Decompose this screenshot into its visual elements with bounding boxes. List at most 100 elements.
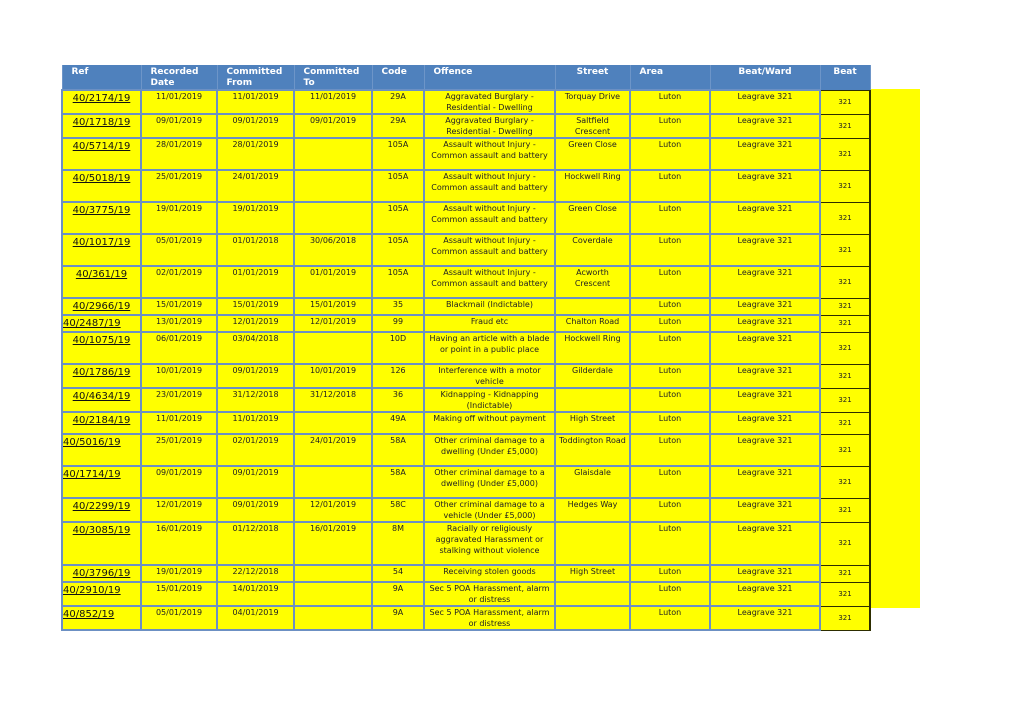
offence-cell: Interference with a motor vehicle xyxy=(423,363,556,389)
street-cell xyxy=(554,387,631,413)
ref-link[interactable]: 40/1714/19 xyxy=(63,469,121,480)
committed-from-cell: 09/01/2019 xyxy=(216,497,295,523)
street-cell: High Street xyxy=(554,564,631,583)
beat-ward-cell: Leagrave 321 xyxy=(709,113,821,139)
committed-from-cell: 02/01/2019 xyxy=(216,433,295,467)
ref-link[interactable]: 40/2174/19 xyxy=(73,93,131,104)
header-committed-to[interactable]: Committed To xyxy=(293,65,373,90)
beat-ward-cell: Leagrave 321 xyxy=(709,465,821,499)
table-row: 40/361/19 02/01/2019 01/01/2019 01/01/2019 1… xyxy=(61,265,871,299)
street-cell xyxy=(554,521,631,566)
recorded-date-cell: 28/01/2019 xyxy=(140,137,218,171)
area-cell: Luton xyxy=(629,605,711,631)
committed-from-cell: 31/12/2018 xyxy=(216,387,295,413)
committed-from-cell: 01/01/2018 xyxy=(216,233,295,267)
ref-link[interactable]: 40/1017/19 xyxy=(73,237,131,248)
ref-link[interactable]: 40/3085/19 xyxy=(73,525,131,536)
area-cell: Luton xyxy=(629,387,711,413)
beat-cell: 321 xyxy=(819,605,871,631)
ref-link[interactable]: 40/852/19 xyxy=(63,609,114,620)
committed-to-cell xyxy=(293,465,373,499)
ref-link[interactable]: 40/1786/19 xyxy=(73,367,131,378)
street-cell: Hedges Way xyxy=(554,497,631,523)
table-body: 40/2174/19 11/01/2019 11/01/2019 11/01/2019… xyxy=(61,89,871,631)
table-row: 40/2184/19 11/01/2019 11/01/2019 49A Making … xyxy=(61,411,871,435)
ref-cell: 40/2910/19 xyxy=(61,581,142,607)
header-row: Ref Recorded Date Committed From Committ… xyxy=(61,65,871,90)
street-cell: Hockwell Ring xyxy=(554,331,631,365)
offence-cell: Fraud etc xyxy=(423,314,556,333)
area-cell: Luton xyxy=(629,497,711,523)
area-cell: Luton xyxy=(629,201,711,235)
ref-cell: 40/1714/19 xyxy=(61,465,142,499)
header-committed-from[interactable]: Committed From xyxy=(216,65,295,90)
offence-cell: Other criminal damage to a dwelling (Und… xyxy=(423,465,556,499)
committed-to-cell xyxy=(293,411,373,435)
ref-link[interactable]: 40/2966/19 xyxy=(73,301,131,312)
recorded-date-cell: 05/01/2019 xyxy=(140,233,218,267)
beat-cell: 321 xyxy=(819,387,871,413)
ref-link[interactable]: 40/1718/19 xyxy=(73,117,131,128)
ref-link[interactable]: 40/2184/19 xyxy=(73,415,131,426)
header-street[interactable]: Street xyxy=(554,65,631,90)
ref-link[interactable]: 40/2299/19 xyxy=(73,501,131,512)
recorded-date-cell: 12/01/2019 xyxy=(140,497,218,523)
code-cell: 49A xyxy=(371,411,425,435)
ref-cell: 40/2487/19 xyxy=(61,314,142,333)
recorded-date-cell: 16/01/2019 xyxy=(140,521,218,566)
beat-ward-cell: Leagrave 321 xyxy=(709,137,821,171)
ref-link[interactable]: 40/1075/19 xyxy=(73,335,131,346)
beat-ward-cell: Leagrave 321 xyxy=(709,564,821,583)
area-cell: Luton xyxy=(629,233,711,267)
table-row: 40/5016/19 25/01/2019 02/01/2019 24/01/2019… xyxy=(61,433,871,467)
ref-link[interactable]: 40/2910/19 xyxy=(63,585,121,596)
header-beat-ward[interactable]: Beat/Ward xyxy=(709,65,821,90)
ref-link[interactable]: 40/3796/19 xyxy=(73,568,131,579)
area-cell: Luton xyxy=(629,433,711,467)
committed-to-cell xyxy=(293,169,373,203)
ref-link[interactable]: 40/5714/19 xyxy=(73,141,131,152)
header-code[interactable]: Code xyxy=(371,65,425,90)
ref-link[interactable]: 40/5016/19 xyxy=(63,437,121,448)
committed-to-cell: 12/01/2019 xyxy=(293,314,373,333)
ref-link[interactable]: 40/5018/19 xyxy=(73,173,131,184)
committed-from-cell: 09/01/2019 xyxy=(216,465,295,499)
area-cell: Luton xyxy=(629,297,711,316)
ref-link[interactable]: 40/2487/19 xyxy=(63,318,121,329)
ref-link[interactable]: 40/361/19 xyxy=(76,269,127,280)
header-area[interactable]: Area xyxy=(629,65,711,90)
beat-cell: 321 xyxy=(819,363,871,389)
recorded-date-cell: 13/01/2019 xyxy=(140,314,218,333)
recorded-date-cell: 23/01/2019 xyxy=(140,387,218,413)
table-row: 40/2174/19 11/01/2019 11/01/2019 11/01/2019… xyxy=(61,89,871,115)
beat-ward-cell: Leagrave 321 xyxy=(709,233,821,267)
committed-from-cell: 24/01/2019 xyxy=(216,169,295,203)
beat-ward-cell: Leagrave 321 xyxy=(709,89,821,115)
street-cell: Acworth Crescent xyxy=(554,265,631,299)
committed-from-cell: 28/01/2019 xyxy=(216,137,295,171)
beat-ward-cell: Leagrave 321 xyxy=(709,297,821,316)
recorded-date-cell: 02/01/2019 xyxy=(140,265,218,299)
recorded-date-cell: 15/01/2019 xyxy=(140,297,218,316)
recorded-date-cell: 19/01/2019 xyxy=(140,201,218,235)
header-beat[interactable]: Beat xyxy=(819,65,871,90)
committed-to-cell xyxy=(293,581,373,607)
header-ref[interactable]: Ref xyxy=(61,65,142,90)
beat-ward-cell: Leagrave 321 xyxy=(709,363,821,389)
header-recorded-date[interactable]: Recorded Date xyxy=(140,65,218,90)
offence-cell: Blackmail (Indictable) xyxy=(423,297,556,316)
crime-spreadsheet: Ref Recorded Date Committed From Committ… xyxy=(61,65,871,631)
committed-to-cell xyxy=(293,564,373,583)
area-cell: Luton xyxy=(629,265,711,299)
committed-from-cell: 15/01/2019 xyxy=(216,297,295,316)
code-cell: 105A xyxy=(371,137,425,171)
recorded-date-cell: 15/01/2019 xyxy=(140,581,218,607)
committed-from-cell: 22/12/2018 xyxy=(216,564,295,583)
table-row: 40/2966/19 15/01/2019 15/01/2019 15/01/2019… xyxy=(61,297,871,316)
header-offence[interactable]: Offence xyxy=(423,65,556,90)
ref-link[interactable]: 40/4634/19 xyxy=(73,391,131,402)
committed-from-cell: 12/01/2019 xyxy=(216,314,295,333)
highlight-band xyxy=(868,89,920,608)
ref-link[interactable]: 40/3775/19 xyxy=(73,205,131,216)
beat-cell: 321 xyxy=(819,89,871,115)
